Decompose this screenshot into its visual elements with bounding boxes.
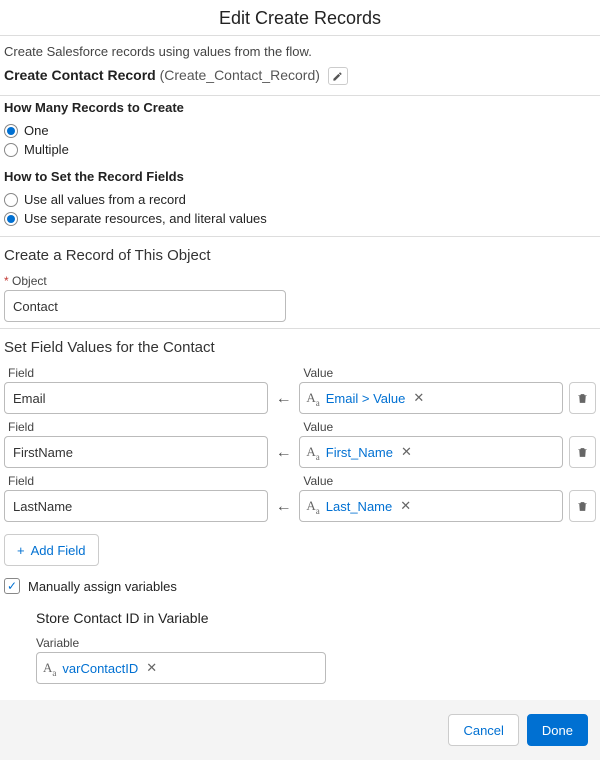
add-field-button[interactable]: + Add Field xyxy=(4,534,99,566)
field-label: Field xyxy=(4,470,268,490)
field-row: Field LastName ← Value Aa Last_Name ✕ xyxy=(0,470,600,524)
text-type-icon: Aa xyxy=(306,444,319,460)
trash-icon xyxy=(576,446,589,459)
radio-use-separate[interactable]: Use separate resources, and literal valu… xyxy=(0,209,600,228)
arrow-left-icon: ← xyxy=(274,444,293,468)
value-pill: First_Name xyxy=(326,445,393,460)
radio-icon xyxy=(4,193,18,207)
how-many-title: How Many Records to Create xyxy=(0,96,600,121)
field-input[interactable]: Email xyxy=(4,382,268,414)
remove-pill-icon[interactable]: ✕ xyxy=(413,390,424,406)
delete-row-button[interactable] xyxy=(569,490,596,522)
cancel-button[interactable]: Cancel xyxy=(448,714,518,746)
edit-name-button[interactable] xyxy=(328,67,348,85)
field-row: Field Email ← Value Aa Email > Value ✕ xyxy=(0,362,600,416)
delete-row-button[interactable] xyxy=(569,436,596,468)
dialog-title: Edit Create Records xyxy=(0,0,600,35)
radio-label: Multiple xyxy=(24,142,69,157)
trash-icon xyxy=(576,392,589,405)
text-type-icon: Aa xyxy=(43,660,56,676)
variable-pill: varContactID xyxy=(62,661,138,676)
text-type-icon: Aa xyxy=(306,390,319,406)
radio-label: Use separate resources, and literal valu… xyxy=(24,211,267,226)
object-section-title: Create a Record of This Object xyxy=(0,237,600,270)
remove-pill-icon[interactable]: ✕ xyxy=(146,660,157,676)
field-row: Field FirstName ← Value Aa First_Name ✕ xyxy=(0,416,600,470)
variable-field-label: Variable xyxy=(36,632,600,652)
field-label: Field xyxy=(4,362,268,382)
value-label: Value xyxy=(299,362,563,382)
field-input[interactable]: LastName xyxy=(4,490,268,522)
arrow-left-icon: ← xyxy=(274,390,293,414)
remove-pill-icon[interactable]: ✕ xyxy=(401,444,412,460)
radio-label: Use all values from a record xyxy=(24,192,186,207)
delete-row-button[interactable] xyxy=(569,382,596,414)
variable-input[interactable]: Aa varContactID ✕ xyxy=(36,652,326,684)
radio-icon xyxy=(4,212,18,226)
radio-multiple[interactable]: Multiple xyxy=(0,140,600,159)
radio-use-all[interactable]: Use all values from a record xyxy=(0,190,600,209)
value-label: Value xyxy=(299,470,563,490)
arrow-left-icon: ← xyxy=(274,498,293,522)
text-type-icon: Aa xyxy=(306,498,319,514)
manual-assign-label: Manually assign variables xyxy=(28,579,177,594)
value-pill: Last_Name xyxy=(326,499,392,514)
checkbox-icon: ✓ xyxy=(4,578,20,594)
value-label: Value xyxy=(299,416,563,436)
dialog-footer: Cancel Done xyxy=(0,700,600,760)
field-values-title: Set Field Values for the Contact xyxy=(0,329,600,362)
store-section-title: Store Contact ID in Variable xyxy=(36,606,600,632)
trash-icon xyxy=(576,500,589,513)
value-input[interactable]: Aa Email > Value ✕ xyxy=(299,382,563,414)
value-pill: Email > Value xyxy=(326,391,406,406)
field-label: Field xyxy=(4,416,268,436)
remove-pill-icon[interactable]: ✕ xyxy=(400,498,411,514)
object-field-label: Object xyxy=(0,270,600,290)
record-label: Create Contact Record xyxy=(4,67,156,83)
value-input[interactable]: Aa Last_Name ✕ xyxy=(299,490,563,522)
field-input[interactable]: FirstName xyxy=(4,436,268,468)
plus-icon: + xyxy=(17,543,25,558)
value-input[interactable]: Aa First_Name ✕ xyxy=(299,436,563,468)
how-set-title: How to Set the Record Fields xyxy=(0,165,600,190)
radio-label: One xyxy=(24,123,49,138)
add-field-label: Add Field xyxy=(31,543,86,558)
radio-icon xyxy=(4,124,18,138)
record-name-row: Create Contact Record (Create_Contact_Re… xyxy=(0,61,600,95)
done-button[interactable]: Done xyxy=(527,714,588,746)
manual-assign-checkbox[interactable]: ✓ Manually assign variables xyxy=(0,572,600,600)
pencil-icon xyxy=(332,71,343,82)
object-input[interactable]: Contact xyxy=(4,290,286,322)
dialog-description: Create Salesforce records using values f… xyxy=(0,36,600,61)
radio-icon xyxy=(4,143,18,157)
record-api-name: (Create_Contact_Record) xyxy=(160,67,320,83)
radio-one[interactable]: One xyxy=(0,121,600,140)
